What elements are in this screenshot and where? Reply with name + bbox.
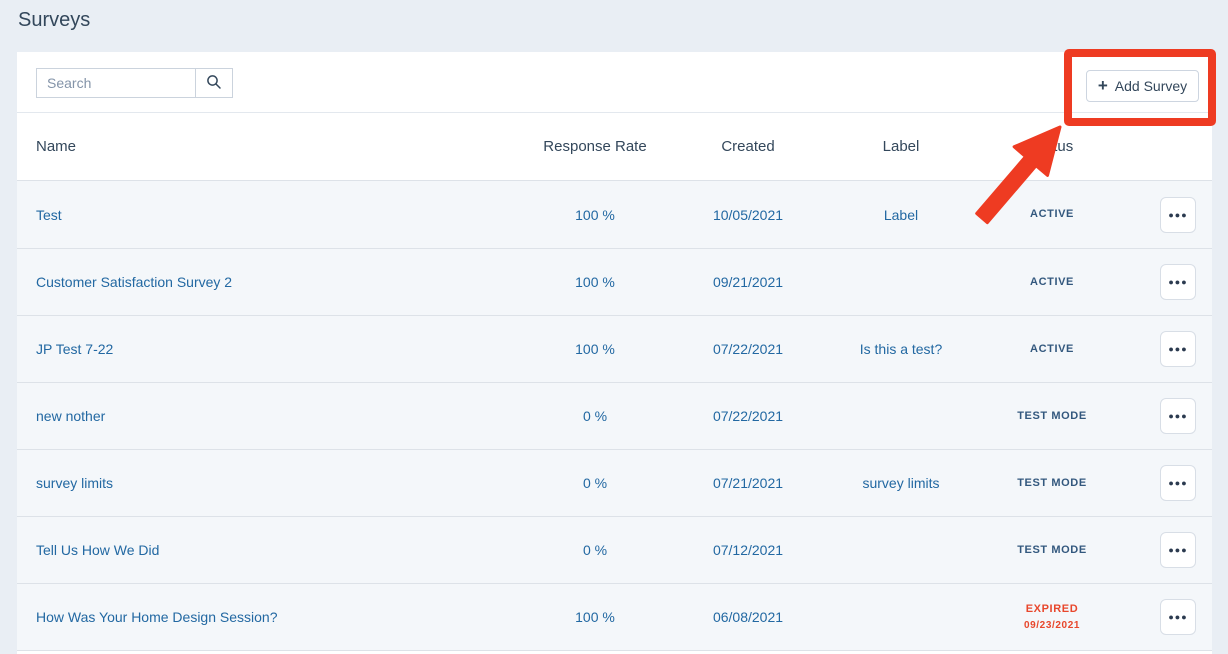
label-value: survey limits [826,475,976,491]
response-rate-value: 0 % [520,408,670,424]
created-value: 09/21/2021 [670,274,826,290]
column-header-response-rate[interactable]: Response Rate [520,138,670,155]
table-row: Customer Satisfaction Survey 2 100 % 09/… [17,248,1212,315]
row-menu-button[interactable]: ●●● [1160,532,1196,568]
status-badge: ACTIVE [976,341,1128,358]
created-value: 10/05/2021 [670,207,826,223]
survey-name-link[interactable]: Tell Us How We Did [36,542,159,558]
search-input[interactable] [36,68,195,98]
created-value: 06/08/2021 [670,609,826,625]
status-badge: TEST MODE [976,408,1128,425]
table-row: Test 100 % 10/05/2021 Label ACTIVE ●●● [17,181,1212,248]
survey-name-link[interactable]: new nother [36,408,105,424]
created-value: 07/22/2021 [670,341,826,357]
row-menu-button[interactable]: ●●● [1160,398,1196,434]
status-badge: TEST MODE [976,475,1128,492]
search-button[interactable] [195,68,233,98]
table-header: Name Response Rate Created Label Status [17,113,1212,180]
created-value: 07/21/2021 [670,475,826,491]
row-menu-button[interactable]: ●●● [1160,197,1196,233]
search-group [36,68,233,98]
ellipsis-icon: ●●● [1168,612,1187,622]
ellipsis-icon: ●●● [1168,344,1187,354]
ellipsis-icon: ●●● [1168,411,1187,421]
response-rate-value: 0 % [520,542,670,558]
ellipsis-icon: ●●● [1168,478,1187,488]
page-title: Surveys [18,9,90,32]
row-menu-button[interactable]: ●●● [1160,465,1196,501]
surveys-panel: + Add Survey Name Response Rate Created … [17,52,1212,654]
ellipsis-icon: ●●● [1168,277,1187,287]
status-badge: TEST MODE [976,542,1128,559]
row-menu-button[interactable]: ●●● [1160,264,1196,300]
status-badge: EXPIRED09/23/2021 [976,601,1128,633]
column-header-name[interactable]: Name [17,138,520,155]
row-menu-button[interactable]: ●●● [1160,331,1196,367]
table-row: JP Test 7-22 100 % 07/22/2021 Is this a … [17,315,1212,382]
table-row: new nother 0 % 07/22/2021 TEST MODE ●●● [17,382,1212,449]
ellipsis-icon: ●●● [1168,545,1187,555]
survey-name-link[interactable]: Customer Satisfaction Survey 2 [36,274,232,290]
table-row: How Was Your Home Design Session? 100 % … [17,583,1212,650]
plus-icon: + [1098,77,1108,94]
add-survey-label: Add Survey [1115,78,1187,94]
response-rate-value: 100 % [520,207,670,223]
table-row: survey limits 0 % 07/21/2021 survey limi… [17,449,1212,516]
column-header-created[interactable]: Created [670,138,826,155]
table-body: Test 100 % 10/05/2021 Label ACTIVE ●●● C… [17,180,1212,654]
table-end-divider [17,650,1212,654]
response-rate-value: 0 % [520,475,670,491]
response-rate-value: 100 % [520,609,670,625]
table-row: Tell Us How We Did 0 % 07/12/2021 TEST M… [17,516,1212,583]
add-survey-button[interactable]: + Add Survey [1086,70,1199,102]
survey-name-link[interactable]: Test [36,207,62,223]
row-menu-button[interactable]: ●●● [1160,599,1196,635]
label-value: Is this a test? [826,341,976,357]
response-rate-value: 100 % [520,274,670,290]
survey-name-link[interactable]: JP Test 7-22 [36,341,113,357]
search-icon [206,74,222,93]
ellipsis-icon: ●●● [1168,210,1187,220]
survey-name-link[interactable]: survey limits [36,475,113,491]
created-value: 07/22/2021 [670,408,826,424]
label-value: Label [826,207,976,223]
column-header-status[interactable]: Status [976,138,1128,155]
toolbar: + Add Survey [17,52,1212,113]
created-value: 07/12/2021 [670,542,826,558]
status-badge: ACTIVE [976,274,1128,291]
survey-name-link[interactable]: How Was Your Home Design Session? [36,609,278,625]
response-rate-value: 100 % [520,341,670,357]
status-badge: ACTIVE [976,206,1128,223]
column-header-label[interactable]: Label [826,138,976,155]
